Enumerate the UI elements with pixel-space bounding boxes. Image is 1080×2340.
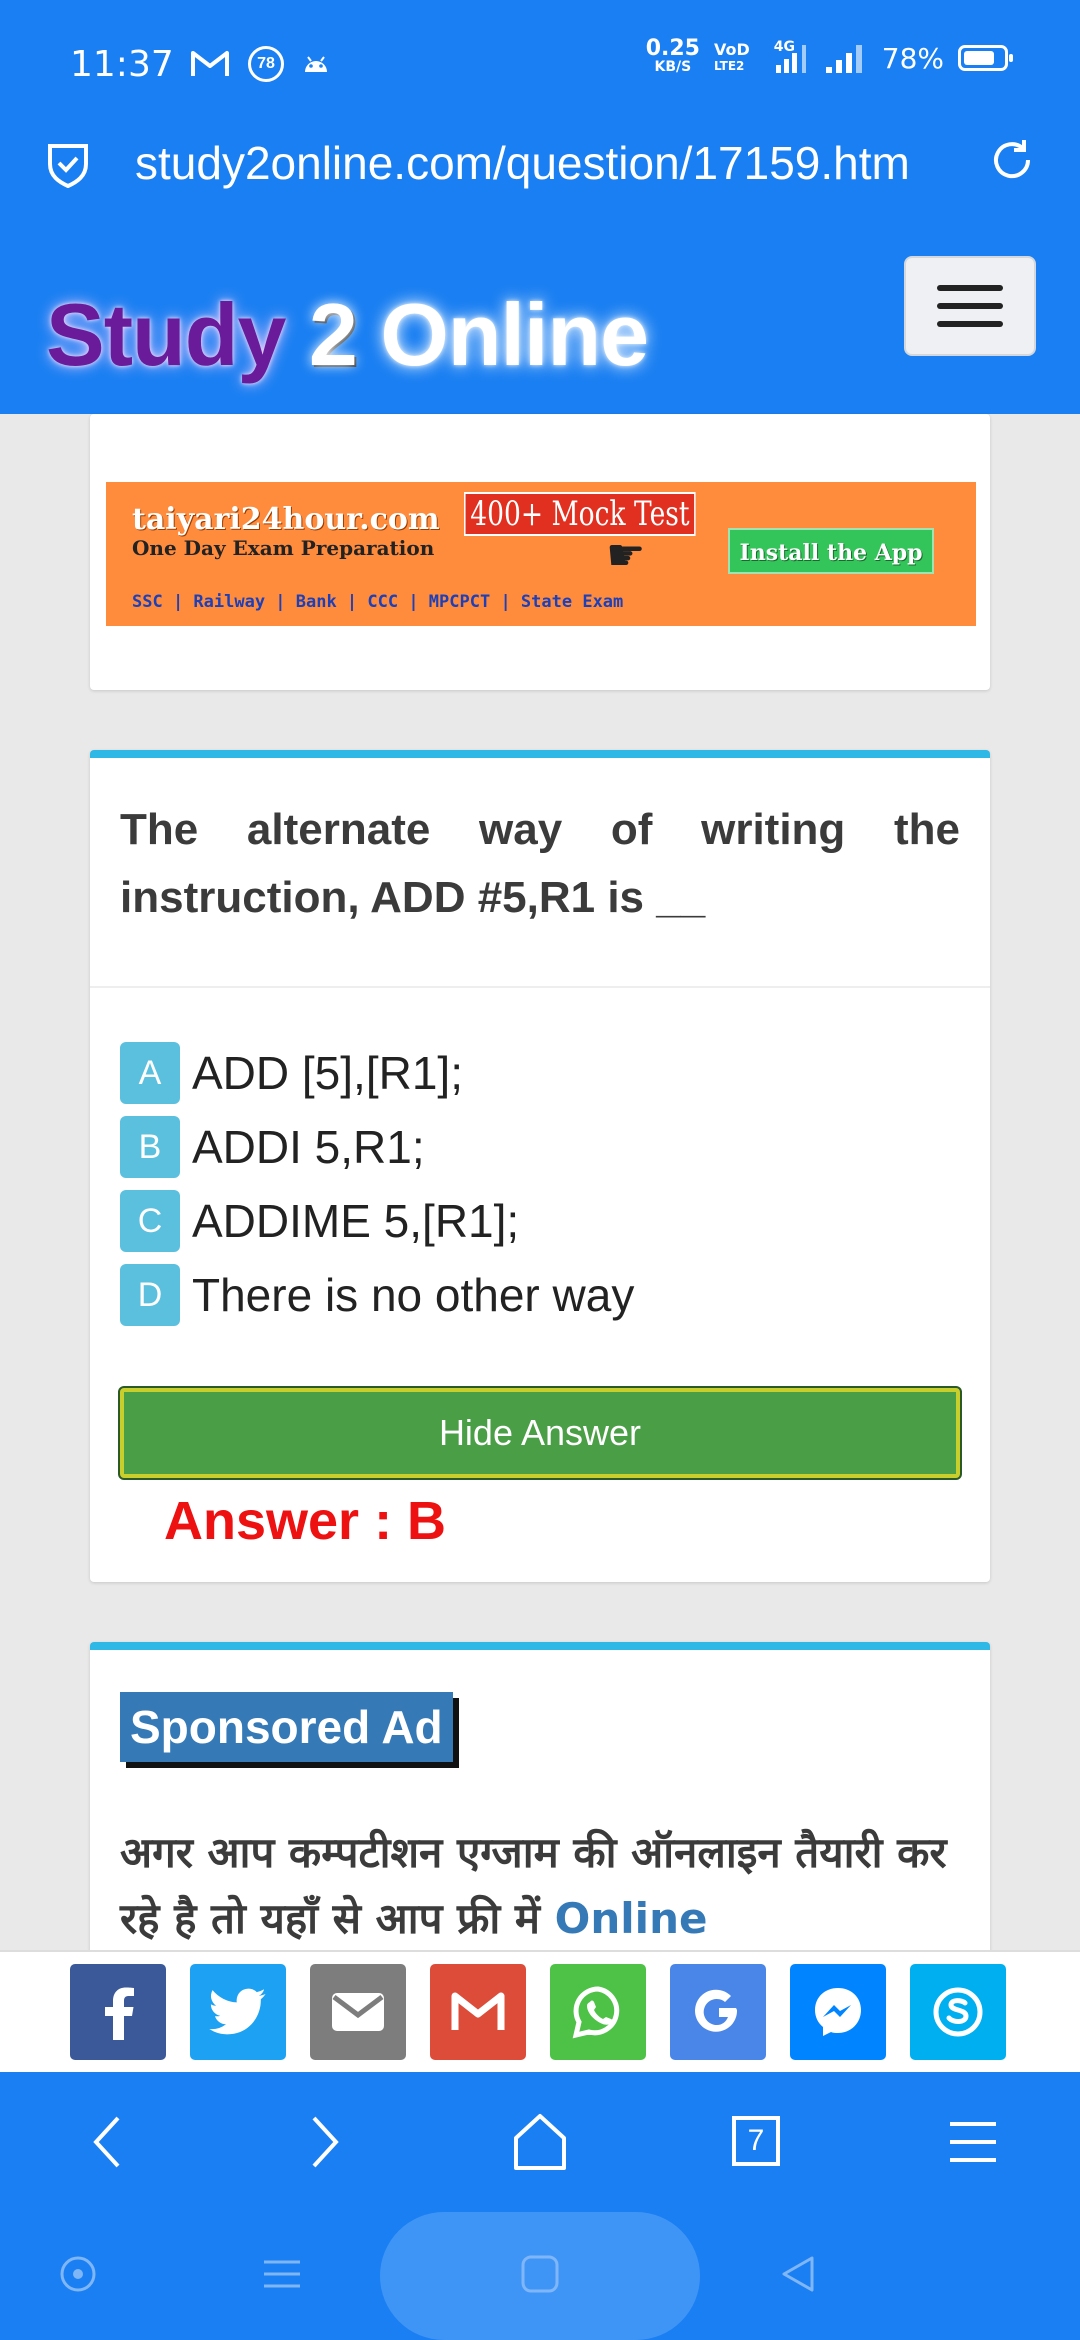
site-logo[interactable]: Study 2 Online — [46, 284, 649, 386]
hamburger-line — [937, 285, 1003, 291]
google-icon — [695, 1989, 738, 2032]
sponsored-online-link[interactable]: Online — [555, 1894, 708, 1943]
answer-text: Answer : B — [164, 1491, 447, 1551]
facebook-icon — [105, 1987, 134, 2040]
option-letter: D — [120, 1264, 180, 1326]
volte-bottom: LTE2 — [713, 59, 745, 73]
banner-site: taiyari24hour.com — [132, 502, 440, 537]
network-type: 4G — [773, 39, 795, 55]
email-share-button[interactable] — [310, 1964, 406, 2060]
option-text: ADDIME 5,[R1]; — [192, 1195, 520, 1247]
network-speed-value: 0.25 — [645, 36, 700, 61]
messenger-icon — [815, 1988, 861, 2036]
skype-icon — [933, 1987, 983, 2037]
taiyari-banner-ad[interactable]: taiyari24hour.com One Day Exam Preparati… — [106, 482, 976, 626]
system-back-icon[interactable] — [778, 2254, 818, 2294]
back-icon[interactable] — [88, 2112, 128, 2172]
status-time: 11:37 — [70, 44, 174, 85]
option-text: There is no other way — [192, 1269, 635, 1321]
hamburger-line — [937, 321, 1003, 327]
facebook-share-button[interactable] — [70, 1964, 166, 2060]
url-address-field[interactable]: study2online.com/question/17159.htm — [135, 136, 935, 190]
url-bar: study2online.com/question/17159.htm — [0, 130, 1080, 234]
forward-icon[interactable] — [304, 2112, 344, 2172]
option-text: ADD [5],[R1]; — [192, 1047, 463, 1099]
messenger-share-button[interactable] — [790, 1964, 886, 2060]
sponsored-body: अगर आप कम्पटीशन एग्जाम की ऑनलाइन तैयारी … — [120, 1828, 947, 1943]
status-bar: 11:37 78 0.25 KB/S VoD LTE2 4G 78% — [0, 0, 1080, 130]
network-speed: 0.25 KB/S — [645, 36, 700, 76]
battery-icon — [958, 45, 1013, 71]
hamburger-line — [937, 303, 1003, 309]
question-card: The alternate way of writing the instruc… — [90, 750, 990, 1582]
system-home-icon[interactable] — [520, 2254, 560, 2294]
gmail-icon — [451, 1992, 505, 2030]
install-app-button[interactable]: Install the App — [728, 528, 934, 574]
banner-categories: SSC | Railway | Bank | CCC | MPCPCT | St… — [132, 592, 624, 612]
security-shield-icon[interactable] — [46, 140, 90, 188]
status-right: 0.25 KB/S VoD LTE2 4G 78% — [645, 36, 1013, 76]
question-text: The alternate way of writing the instruc… — [120, 805, 960, 922]
option-d[interactable]: D There is no other way — [120, 1258, 634, 1332]
logo-part-study: Study — [46, 285, 286, 384]
pointing-hand-icon: ☛ — [606, 530, 646, 581]
gmail-share-button[interactable] — [430, 1964, 526, 2060]
battery-percent: 78% — [881, 41, 944, 75]
share-bar — [0, 1950, 1080, 2072]
option-a[interactable]: A ADD [5],[R1]; — [120, 1036, 634, 1110]
skype-share-button[interactable] — [910, 1964, 1006, 2060]
browser-nav-bar: 7 — [0, 2072, 1080, 2212]
volte-indicator: VoD LTE2 — [714, 42, 750, 74]
sponsored-badge: Sponsored Ad — [120, 1692, 453, 1762]
site-header: Study 2 Online — [0, 234, 1080, 414]
gmail-notification-icon — [191, 51, 229, 76]
assistant-dot-icon[interactable] — [58, 2254, 98, 2294]
status-notification-icons: 78 — [190, 46, 330, 82]
divider — [90, 986, 990, 988]
option-letter: C — [120, 1190, 180, 1252]
menu-icon[interactable] — [948, 2120, 998, 2164]
email-icon — [332, 1993, 384, 2031]
signal-4g-icon: 4G — [764, 39, 810, 75]
twitter-share-button[interactable] — [190, 1964, 286, 2060]
option-c[interactable]: C ADDIME 5,[R1]; — [120, 1184, 634, 1258]
option-letter: A — [120, 1042, 180, 1104]
signal-bars-icon — [825, 45, 862, 73]
option-b[interactable]: B ADDI 5,R1; — [120, 1110, 634, 1184]
hide-answer-button[interactable]: Hide Answer — [120, 1388, 960, 1478]
twitter-icon — [209, 1988, 266, 2035]
home-icon[interactable] — [512, 2112, 568, 2172]
tabs-count-button[interactable]: 7 — [732, 2116, 780, 2166]
sponsored-text: अगर आप कम्पटीशन एग्जाम की ऑनलाइन तैयारी … — [120, 1820, 970, 1952]
logo-part-online: Online — [380, 285, 649, 384]
android-icon — [305, 56, 327, 72]
hamburger-menu-button[interactable] — [904, 256, 1036, 356]
option-text: ADDI 5,R1; — [192, 1121, 425, 1173]
sponsored-card: Sponsored Ad अगर आप कम्पटीशन एग्जाम की ऑ… — [90, 1642, 990, 1962]
options-list: A ADD [5],[R1]; B ADDI 5,R1; C ADDIME 5,… — [120, 1036, 634, 1332]
banner-subtitle: One Day Exam Preparation — [132, 536, 435, 560]
recent-apps-icon[interactable] — [262, 2254, 302, 2294]
whatsapp-icon — [572, 1986, 620, 2039]
banner-mock-test: 400+ Mock Test — [464, 492, 696, 536]
google-share-button[interactable] — [670, 1964, 766, 2060]
option-letter: B — [120, 1116, 180, 1178]
notification-count-icon: 78 — [248, 46, 284, 82]
volte-top: VoD — [713, 40, 750, 59]
logo-part-2: 2 — [308, 285, 358, 384]
system-nav-bar — [0, 2212, 1080, 2340]
ad-card: taiyari24hour.com One Day Exam Preparati… — [90, 414, 990, 690]
refresh-icon[interactable] — [986, 134, 1038, 186]
battery-level-fill — [964, 51, 994, 65]
whatsapp-share-button[interactable] — [550, 1964, 646, 2060]
